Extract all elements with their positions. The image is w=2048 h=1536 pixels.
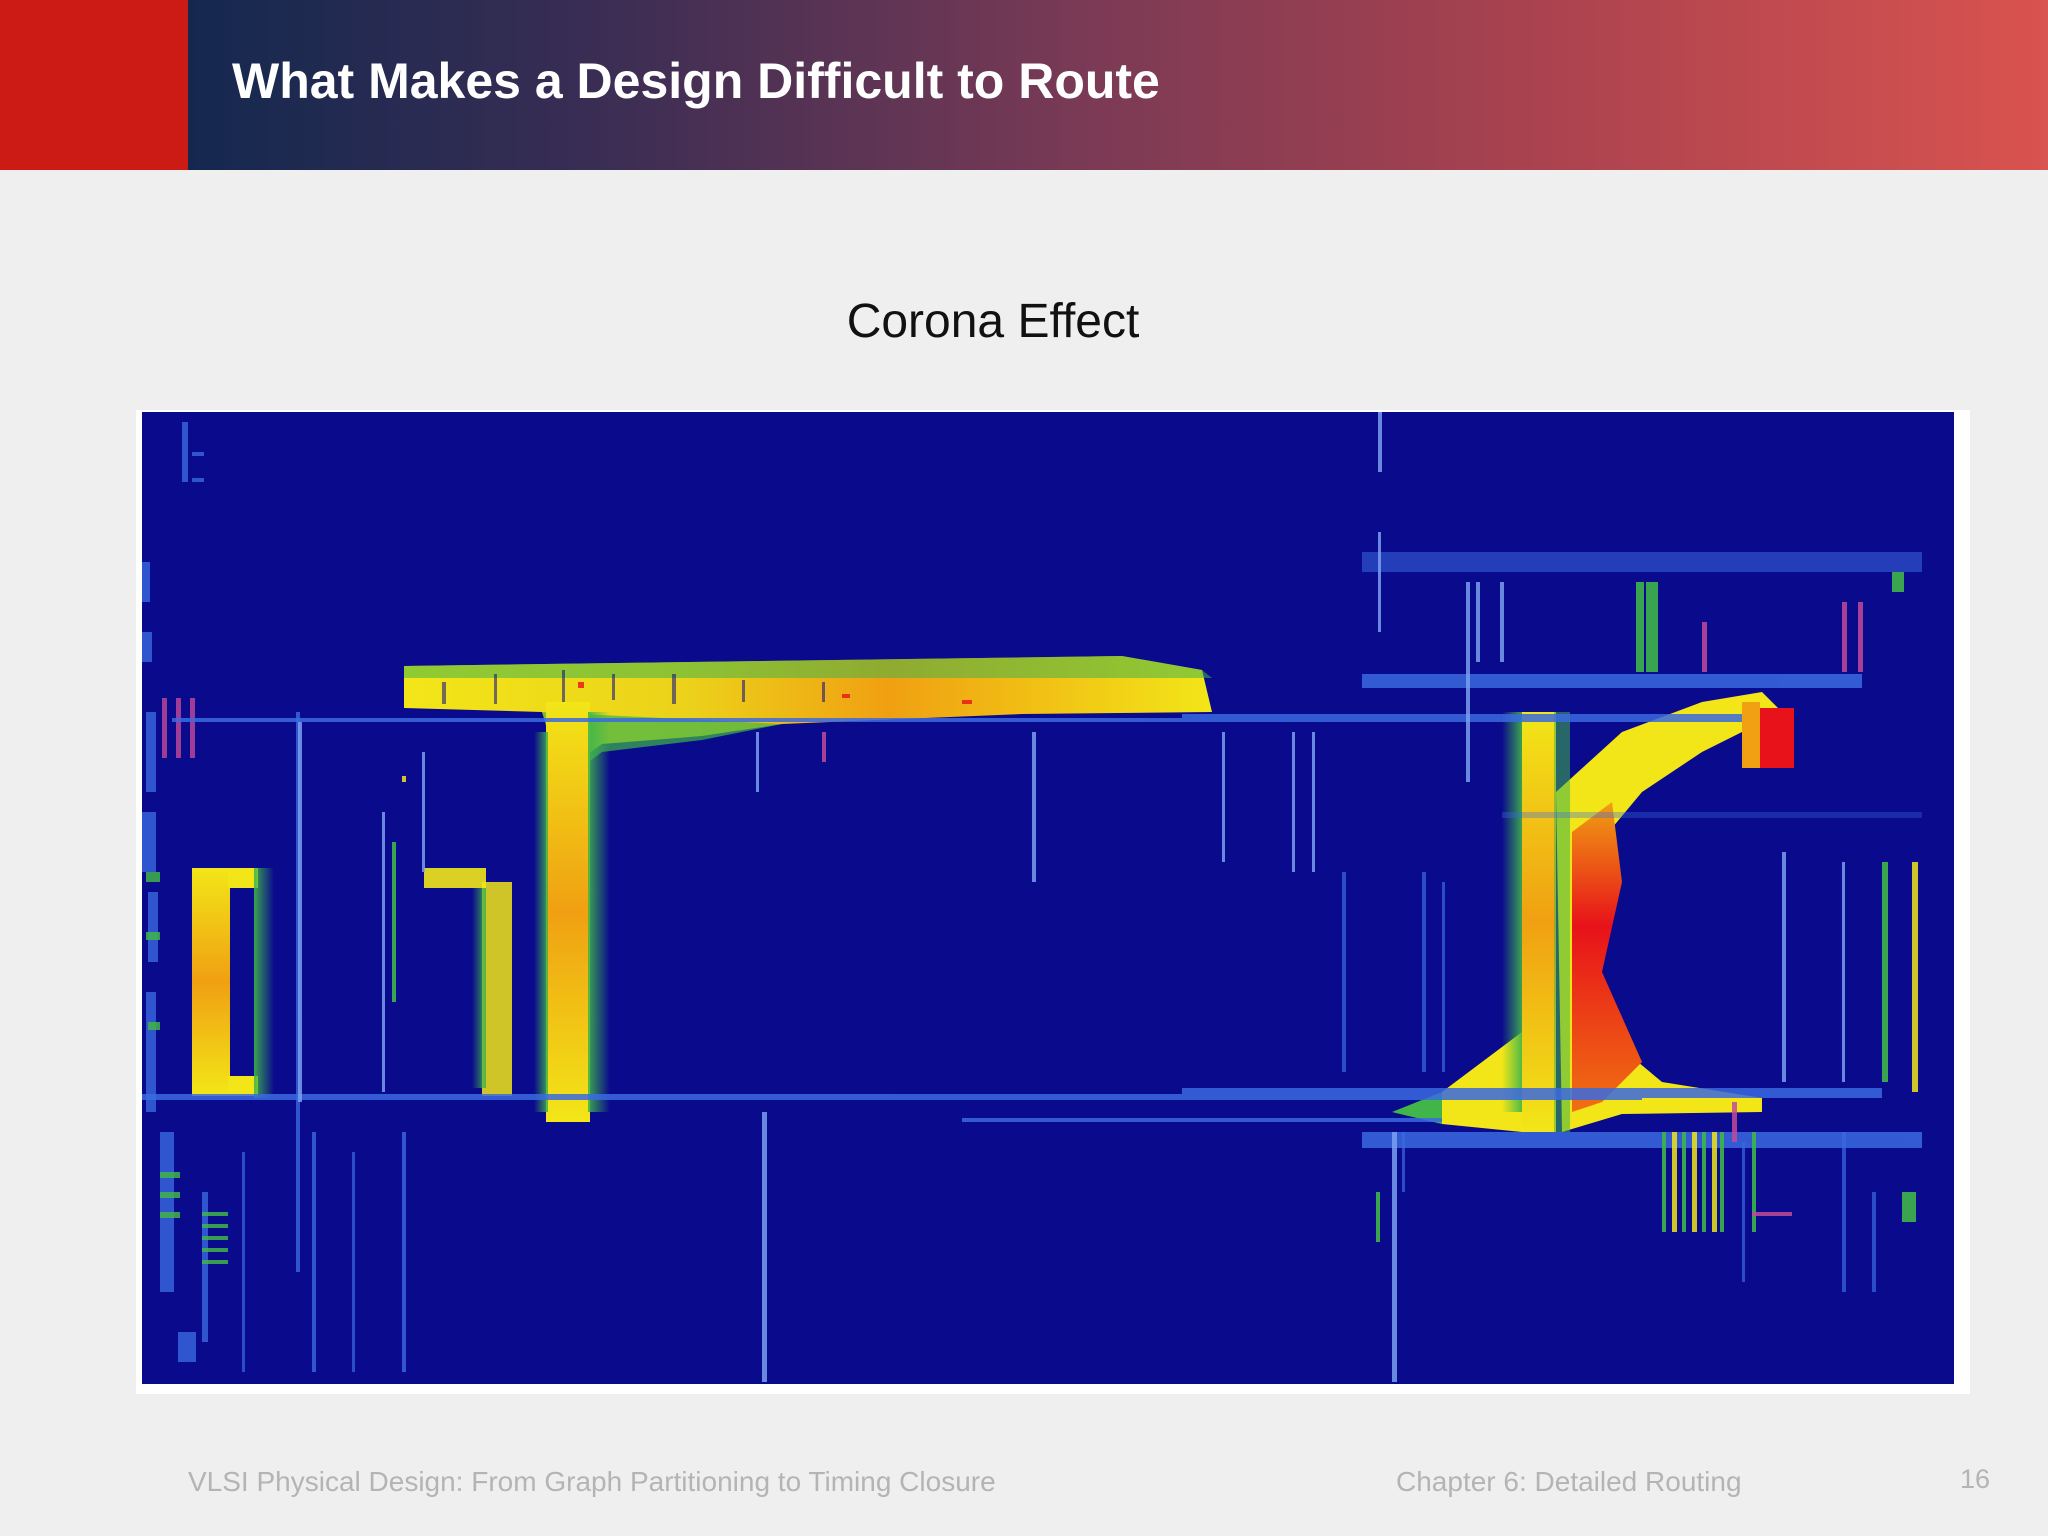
header-accent-block	[0, 0, 188, 170]
page-number: 16	[1960, 1464, 1991, 1494]
slide: What Makes a Design Difficult to Route C…	[0, 0, 2048, 1536]
footer-book-title: VLSI Physical Design: From Graph Partiti…	[188, 1466, 996, 1497]
figure-caption: Corona Effect	[846, 295, 1140, 348]
slide-title: What Makes a Design Difficult to Route	[232, 53, 1160, 109]
footer-chapter: Chapter 6: Detailed Routing	[1396, 1466, 1742, 1497]
congestion-heatmap	[142, 412, 1954, 1384]
figure-frame	[136, 410, 1970, 1394]
